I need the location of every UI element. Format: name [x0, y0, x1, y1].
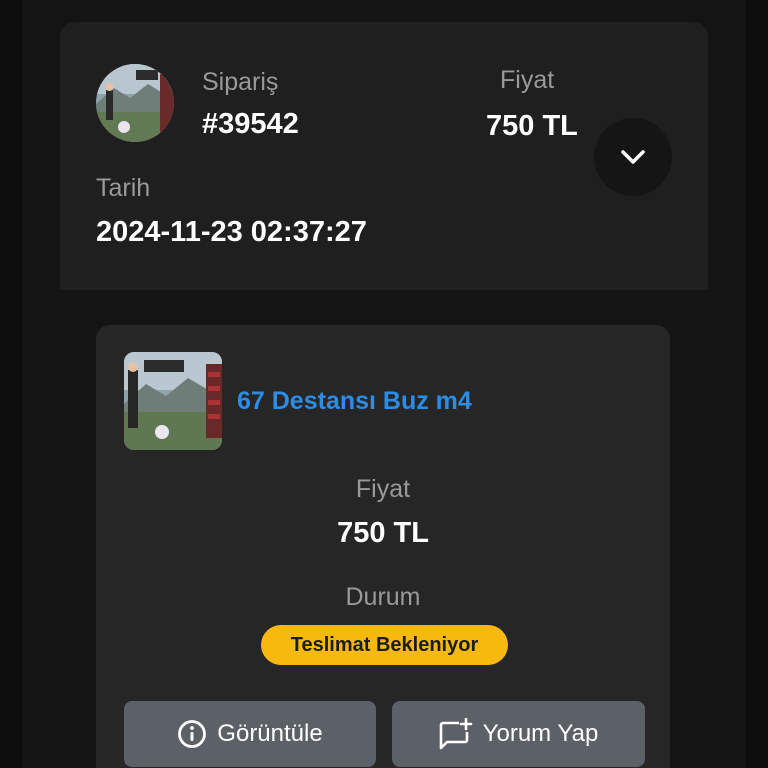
order-date-label: Tarih [96, 174, 151, 202]
view-button[interactable]: Görüntüle [124, 701, 376, 767]
item-price-label: Fiyat [355, 475, 411, 503]
add-comment-icon [439, 718, 473, 750]
order-thumbnail [96, 64, 174, 142]
comment-button-label: Yorum Yap [482, 720, 599, 747]
order-history-screen: Sipariş #39542 Fiyat 750 TL Tarih 2024-1… [0, 0, 768, 768]
item-name-link[interactable]: 67 Destansı Buz m4 [237, 387, 472, 416]
order-item-card: 67 Destansı Buz m4 Fiyat 750 TL Durum Te… [96, 325, 670, 768]
order-label: Sipariş [202, 68, 279, 96]
comment-button[interactable]: Yorum Yap [392, 701, 645, 767]
order-number: #39542 [202, 108, 299, 140]
view-button-label: Görüntüle [217, 720, 323, 747]
order-price-value: 750 TL [486, 110, 578, 142]
item-price-value: 750 TL [337, 517, 429, 549]
status-label: Durum [345, 583, 421, 611]
item-thumbnail [124, 352, 222, 450]
expand-order-button[interactable] [594, 118, 672, 196]
order-price-label: Fiyat [500, 66, 555, 94]
status-badge: Teslimat Bekleniyor [261, 625, 508, 665]
order-date-value: 2024-11-23 02:37:27 [96, 216, 367, 248]
order-summary-card: Sipariş #39542 Fiyat 750 TL Tarih 2024-1… [60, 22, 708, 290]
chevron-down-icon [620, 149, 646, 165]
info-icon [177, 719, 207, 749]
